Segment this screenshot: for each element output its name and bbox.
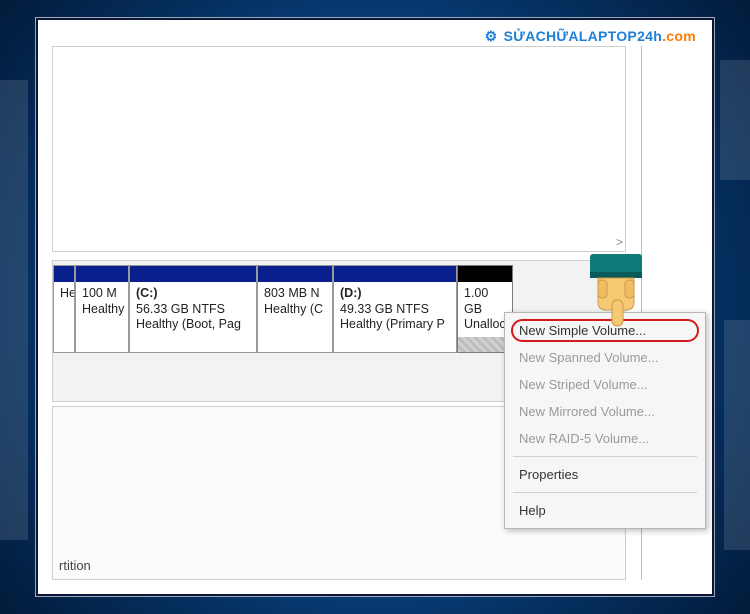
partition-status: Healthy (Primary P [340,317,450,333]
menu-item-properties[interactable]: Properties [505,461,705,488]
partition-status: Healthy (Boot, Pag [136,317,250,333]
partition-body: 803 MB NHealthy (C [258,282,332,321]
menu-item-new-raid-5-volume: New RAID-5 Volume... [505,425,705,452]
menu-item-new-mirrored-volume: New Mirrored Volume... [505,398,705,425]
highlight-ring [511,319,699,342]
partition-label: (D:) [340,286,450,302]
menu-item-new-striped-volume: New Striped Volume... [505,371,705,398]
partition-cap [334,266,456,282]
watermark-text-tld: .com [662,28,696,44]
partition-size: 49.33 GB NTFS [340,302,450,318]
partition-status: Unalloc [464,317,506,333]
partition-size: 1.00 GB [464,286,506,317]
context-menu: New Simple Volume...New Spanned Volume..… [504,312,706,529]
gear-icon: ⚙ [485,28,498,44]
partition-body: Healt [54,282,74,306]
status-text: rtition [59,558,91,573]
disk-management-window: ⚙ SỬACHỮALAPTOP24h.com > Healt100 MHealt… [36,18,714,596]
partition-body: (C:)56.33 GB NTFSHealthy (Boot, Pag [130,282,256,337]
partition-size: 56.33 GB NTFS [136,302,250,318]
partition-label: (C:) [136,286,250,302]
partition-cap [458,266,512,282]
partition-status: Healthy (C [264,302,326,318]
partition-cap [54,266,74,282]
watermark-logo: ⚙ SỬACHỮALAPTOP24h.com [485,28,696,45]
partition[interactable]: Healt [53,265,75,353]
partition-status: Healt [60,286,68,302]
menu-item-help[interactable]: Help [505,497,705,524]
partition-body: (D:)49.33 GB NTFSHealthy (Primary P [334,282,456,337]
partition-size: 100 M [82,286,122,302]
partition-cap [76,266,128,282]
scroll-right-icon[interactable]: > [616,235,623,249]
partition[interactable]: (D:)49.33 GB NTFSHealthy (Primary P [333,265,457,353]
partition-body: 100 MHealthy [76,282,128,321]
partition-cap [130,266,256,282]
menu-item-new-spanned-volume: New Spanned Volume... [505,344,705,371]
partition-size: 803 MB N [264,286,326,302]
partition-status: Healthy [82,302,122,318]
partition[interactable]: 803 MB NHealthy (C [257,265,333,353]
watermark-text-main: SỬACHỮALAPTOP24h [504,28,662,44]
partition[interactable]: 100 MHealthy [75,265,129,353]
menu-separator [513,492,697,493]
partition-cap [258,266,332,282]
volume-list-pane[interactable]: > [52,46,626,252]
menu-item-new-simple-volume[interactable]: New Simple Volume... [505,317,705,344]
partition[interactable]: (C:)56.33 GB NTFSHealthy (Boot, Pag [129,265,257,353]
menu-separator [513,456,697,457]
